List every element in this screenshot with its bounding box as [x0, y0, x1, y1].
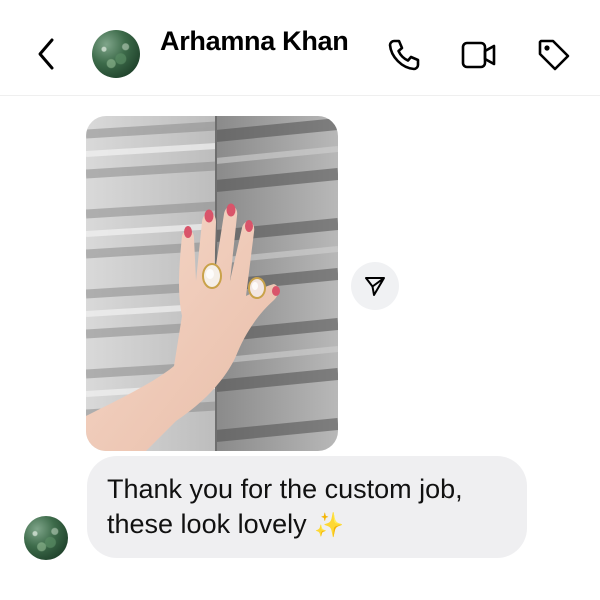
sender-avatar[interactable]	[24, 516, 68, 560]
video-icon	[461, 41, 496, 69]
message-line-2-text: these look lovely	[107, 509, 307, 539]
back-button[interactable]	[32, 34, 62, 74]
message-line-1: Thank you for the custom job,	[107, 474, 463, 504]
contact-name[interactable]: Arhamna Khan	[160, 26, 349, 57]
send-icon	[365, 277, 385, 296]
chat-screen: Arhamna Khan Thank you for the custom jo…	[0, 0, 600, 600]
message-line-2: these look lovely ✨	[107, 507, 509, 543]
tag-button[interactable]	[535, 36, 573, 74]
photo-message[interactable]	[86, 116, 338, 451]
message-text: Thank you for the custom job, these look…	[107, 472, 509, 543]
phone-icon	[388, 39, 420, 71]
chat-header: Arhamna Khan	[0, 0, 600, 96]
share-photo-button[interactable]	[351, 262, 399, 310]
sparkles-emoji: ✨	[314, 512, 345, 539]
contact-avatar[interactable]	[92, 30, 140, 78]
video-call-button[interactable]	[460, 36, 498, 74]
hand-rings-photo	[86, 116, 338, 451]
message-bubble[interactable]: Thank you for the custom job, these look…	[87, 456, 527, 558]
back-icon	[38, 38, 54, 70]
audio-call-button[interactable]	[385, 36, 423, 74]
tag-icon	[538, 39, 570, 71]
